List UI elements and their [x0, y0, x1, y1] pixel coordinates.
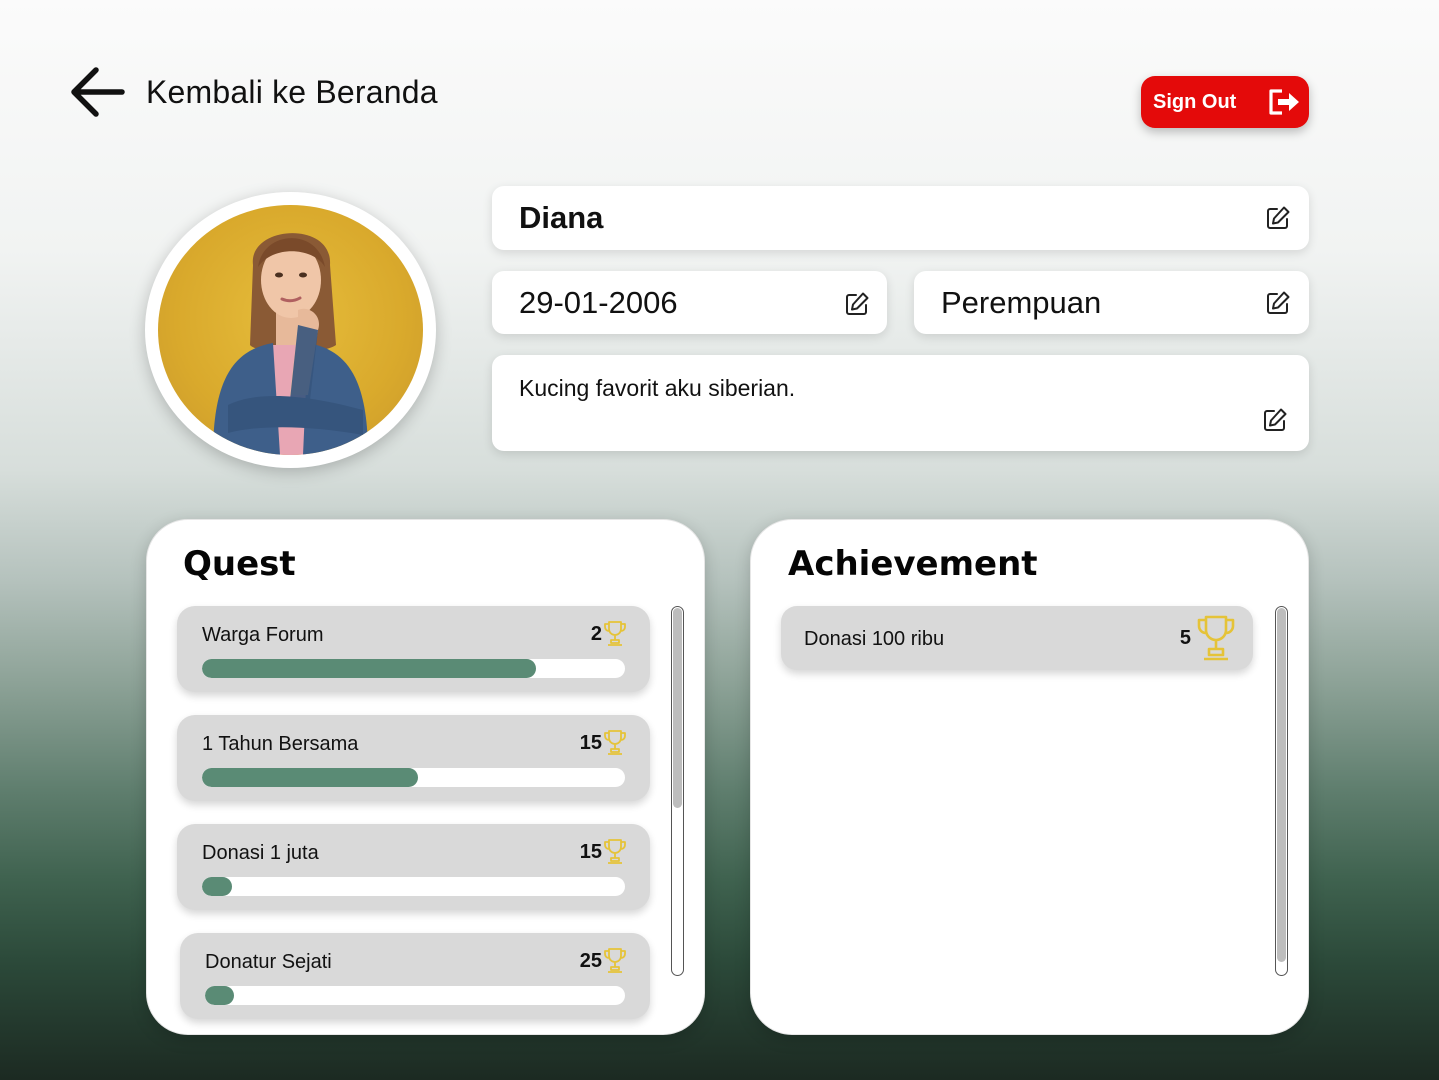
sign-out-label: Sign Out	[1153, 90, 1237, 113]
quest-name: Warga Forum	[202, 624, 324, 646]
quest-progress-fill	[205, 986, 235, 1005]
quest-name: 1 Tahun Bersama	[202, 733, 359, 755]
quest-points: 2	[590, 623, 602, 645]
sign-out-button[interactable]: Sign Out	[1141, 76, 1309, 128]
bio-value: Kucing favorit aku siberian.	[519, 375, 796, 401]
edit-pencil-icon[interactable]	[1265, 290, 1291, 316]
quest-progress-bar	[205, 986, 625, 1005]
trophy-icon	[604, 730, 626, 755]
quest-item[interactable]: Donasi 1 juta 15	[177, 824, 650, 910]
gender-value: Perempuan	[941, 284, 1102, 320]
birth-date-value: 29-01-2006	[519, 284, 678, 320]
avatar[interactable]	[158, 205, 423, 455]
achievement-item[interactable]: Donasi 100 ribu 5	[781, 606, 1253, 670]
quest-item[interactable]: 1 Tahun Bersama 15	[177, 715, 650, 801]
quest-name: Donatur Sejati	[205, 951, 332, 973]
back-label: Kembali ke Beranda	[146, 73, 438, 110]
gender-field[interactable]: Perempuan	[914, 271, 1309, 334]
edit-pencil-icon[interactable]	[1262, 407, 1288, 433]
quest-points: 15	[579, 841, 602, 863]
edit-pencil-icon[interactable]	[1265, 205, 1291, 231]
edit-pencil-icon[interactable]	[844, 291, 870, 317]
achievement-panel: Achievement Donasi 100 ribu 5	[750, 519, 1309, 1035]
quest-points: 25	[579, 950, 602, 972]
trophy-icon	[1197, 615, 1235, 661]
quest-title: Quest	[183, 544, 296, 584]
logout-icon	[1269, 89, 1299, 115]
profile-photo	[213, 233, 368, 455]
trophy-icon	[604, 621, 626, 646]
achievement-points: 5	[1179, 627, 1191, 649]
name-field[interactable]: Diana	[492, 186, 1309, 250]
quest-item[interactable]: Warga Forum 2	[177, 606, 650, 692]
quest-name: Donasi 1 juta	[202, 842, 319, 864]
back-to-home-link[interactable]: Kembali ke Beranda	[68, 64, 438, 120]
quest-item[interactable]: Donatur Sejati 25	[180, 933, 650, 1019]
quest-progress-fill	[202, 877, 232, 896]
quest-progress-fill	[202, 659, 537, 678]
quest-progress-bar	[202, 659, 625, 678]
achievement-title: Achievement	[788, 544, 1038, 584]
trophy-icon	[604, 948, 626, 973]
quest-progress-bar	[202, 768, 625, 787]
achievement-scrollbar[interactable]	[1275, 606, 1288, 976]
quest-scroll-thumb[interactable]	[673, 608, 682, 808]
quest-points: 15	[579, 732, 602, 754]
bio-field[interactable]: Kucing favorit aku siberian.	[492, 355, 1309, 451]
name-value: Diana	[519, 200, 604, 235]
quest-progress-fill	[202, 768, 418, 787]
achievement-name: Donasi 100 ribu	[804, 628, 945, 650]
quest-progress-bar	[202, 877, 625, 896]
quest-scrollbar[interactable]	[671, 606, 684, 976]
quest-panel: Quest Warga Forum 2 1 Tahun Bersama 15 D…	[146, 519, 705, 1035]
achievement-scroll-thumb[interactable]	[1277, 608, 1286, 962]
trophy-icon	[604, 839, 626, 864]
arrow-left-icon	[71, 67, 125, 117]
birth-date-field[interactable]: 29-01-2006	[492, 271, 887, 334]
avatar-frame	[145, 192, 436, 468]
